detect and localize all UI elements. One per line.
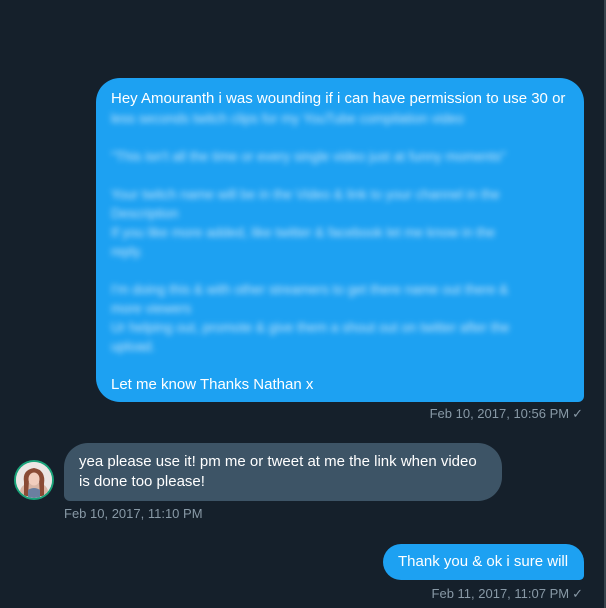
sent-check-icon: ✓: [572, 406, 583, 421]
blurred-text-line: I'm doing this & with other streamers to…: [111, 282, 509, 297]
avatar-image: [16, 462, 52, 498]
conversation-panel: Hey Amouranth i was wounding if i can ha…: [0, 0, 606, 608]
message-text-line: Thank you & ok i sure will: [398, 553, 569, 570]
blurred-text-line: reply.: [111, 244, 144, 259]
message-timestamp: Feb 10, 2017, 10:56 PM ✓: [430, 406, 583, 422]
blurred-text-line: Ur helping out, promote & give them a sh…: [111, 320, 510, 335]
message-text-line: Hey Amouranth i was wounding if i can ha…: [111, 90, 566, 107]
message-text-line: yea please use it! pm me or tweet at me …: [79, 453, 477, 470]
blurred-text-line: If you like more added, like twitter & f…: [111, 225, 496, 240]
message-timestamp: Feb 11, 2017, 11:07 PM ✓: [432, 586, 583, 602]
avatar-portrait-icon: [16, 462, 52, 498]
blurred-text-line: Your twitch name will be in the Video & …: [111, 187, 500, 202]
blurred-message-text: less seconds twitch clips for my YouTube…: [111, 109, 569, 375]
message-timestamp: Feb 10, 2017, 11:10 PM: [64, 506, 203, 521]
message-text-line: Let me know Thanks Nathan x: [111, 376, 314, 393]
avatar[interactable]: [14, 460, 54, 500]
sent-message-bubble[interactable]: Thank you & ok i sure will: [383, 544, 584, 580]
timestamp-text: Feb 10, 2017, 10:56 PM: [429, 406, 570, 421]
received-message-bubble[interactable]: yea please use it! pm me or tweet at me …: [64, 443, 502, 501]
sent-message-bubble[interactable]: Hey Amouranth i was wounding if i can ha…: [96, 78, 584, 402]
blurred-text-line: more viewers: [111, 301, 192, 316]
blurred-text-line: "This isn't all the time or every single…: [111, 149, 506, 164]
message-text-line: is done too please!: [79, 473, 205, 490]
timestamp-text: Feb 11, 2017, 11:07 PM: [431, 586, 570, 601]
blurred-text-line: less seconds twitch clips for my YouTube…: [111, 111, 464, 126]
blurred-text-line: upload.: [111, 339, 156, 354]
timestamp-text: Feb 10, 2017, 11:10 PM: [64, 506, 203, 521]
blurred-text-line: Description: [111, 206, 179, 221]
sent-check-icon: ✓: [572, 586, 583, 601]
